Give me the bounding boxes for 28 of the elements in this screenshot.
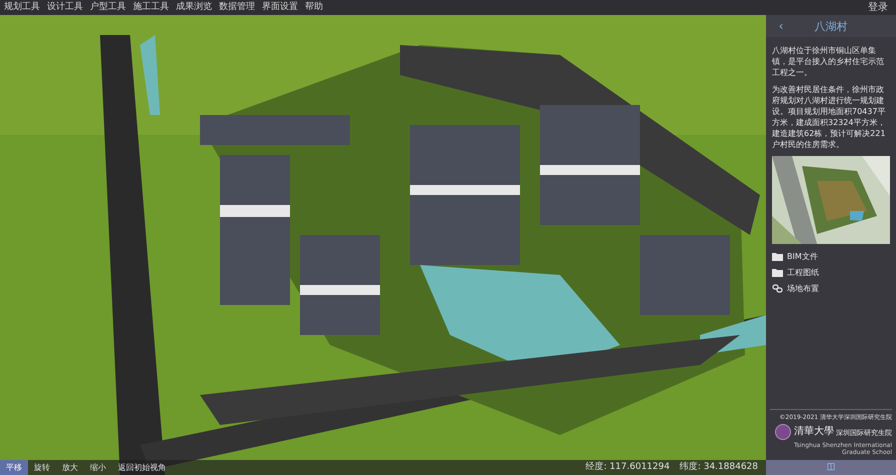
logo-text: 清華大學 [794, 427, 834, 437]
description-text: 为改善村民居住条件，徐州市政府规划对八湖村进行统一规划建设。项目规划用地面积70437平方米，建成面积32324平方米，建造建筑62栋，预计可解决221户村民的住房需求。 [772, 84, 886, 150]
login-link[interactable]: 登录 [868, 2, 888, 12]
menu-item[interactable]: 施工工具 [133, 3, 169, 12]
folder-icon [772, 268, 783, 277]
menu-item[interactable]: 界面设置 [262, 3, 298, 12]
tool-button[interactable]: 缩小 [84, 460, 112, 475]
longitude-text: 经度: 117.6011294 [586, 463, 670, 472]
menu-item[interactable]: 帮助 [305, 3, 323, 12]
menu-item[interactable]: 数据管理 [219, 3, 255, 12]
university-seal-icon [775, 424, 791, 440]
menu-item[interactable]: 户型工具 [90, 3, 126, 12]
menu-item[interactable]: 规划工具 [4, 3, 40, 12]
tool-button[interactable]: 平移 [0, 460, 28, 475]
latitude-text: 纬度: 34.1884628 [680, 463, 758, 472]
file-link[interactable]: BIM文件 [787, 252, 818, 260]
menu-item[interactable]: 设计工具 [47, 3, 83, 12]
file-link[interactable]: 场地布置 [787, 284, 819, 292]
folder-icon [772, 252, 783, 261]
tool-button[interactable]: 返回初始视角 [112, 460, 172, 475]
menu-item[interactable]: 成果浏览 [176, 3, 212, 12]
panel-title: 八湖村 [814, 20, 848, 32]
file-link[interactable]: 工程图纸 [787, 268, 819, 276]
back-button[interactable]: ‹ [774, 20, 788, 32]
tool-button[interactable]: 旋转 [28, 460, 56, 475]
description-text: 八湖村位于徐州市铜山区单集镇，是平台接入的乡村住宅示范工程之一。 [772, 45, 885, 78]
link-icon [772, 284, 783, 293]
tool-button[interactable]: 放大 [56, 460, 84, 475]
